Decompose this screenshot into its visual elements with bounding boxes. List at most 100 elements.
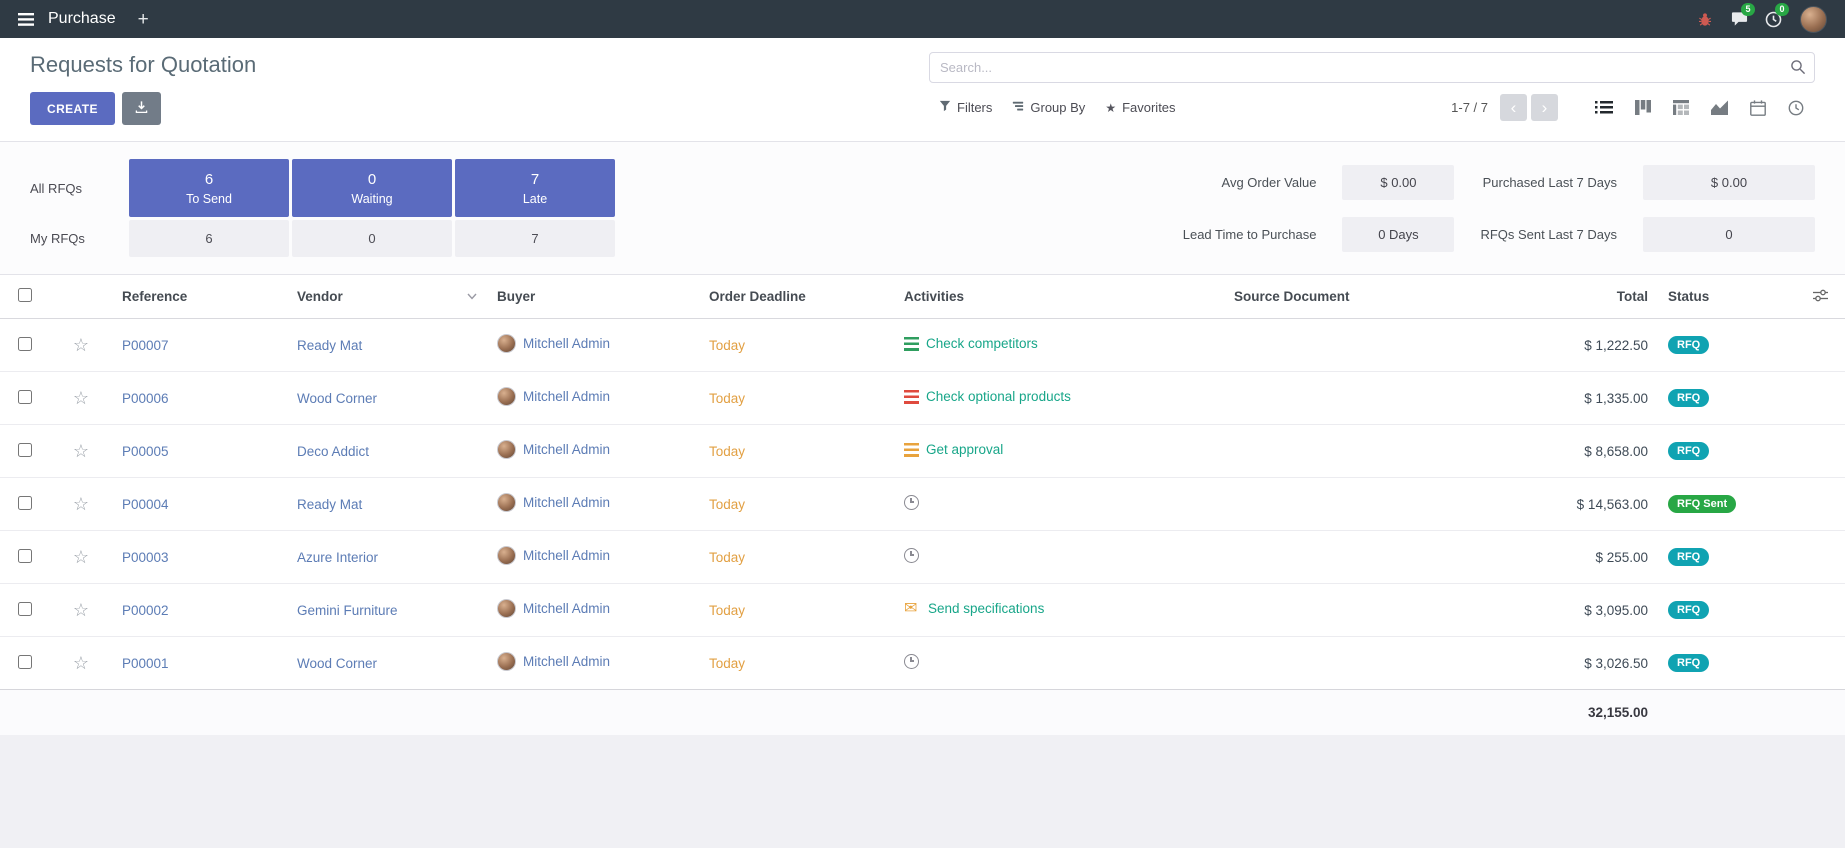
activity-icon[interactable] (904, 654, 919, 669)
list-view-icon[interactable] (1584, 95, 1624, 121)
buyer-link[interactable]: Mitchell Admin (523, 442, 610, 457)
user-avatar[interactable] (1800, 6, 1827, 33)
buyer-link[interactable]: Mitchell Admin (523, 601, 610, 616)
vendor-link[interactable]: Wood Corner (297, 656, 377, 671)
pager-next-button[interactable]: › (1531, 94, 1558, 121)
activity-view-icon[interactable] (1777, 95, 1815, 121)
activity-cell[interactable]: Send specifications (904, 601, 1044, 616)
favorite-star-icon[interactable]: ☆ (73, 653, 89, 673)
table-row[interactable]: ☆ P00003 Azure Interior Mitchell Admin T… (0, 531, 1845, 584)
search-icon[interactable] (1790, 59, 1806, 80)
buyer-link[interactable]: Mitchell Admin (523, 654, 610, 669)
favorite-star-icon[interactable]: ☆ (73, 335, 89, 355)
activity-icon[interactable] (904, 337, 919, 351)
col-header-order-deadline[interactable]: Order Deadline (699, 275, 894, 319)
table-row[interactable]: ☆ P00002 Gemini Furniture Mitchell Admin… (0, 584, 1845, 637)
buyer-link[interactable]: Mitchell Admin (523, 548, 610, 563)
favorite-star-icon[interactable]: ☆ (73, 600, 89, 620)
kpi-my-waiting[interactable]: 0 (292, 220, 452, 257)
buyer-link[interactable]: Mitchell Admin (523, 495, 610, 510)
activity-cell[interactable] (904, 495, 928, 510)
col-header-buyer[interactable]: Buyer (487, 275, 699, 319)
activity-icon[interactable] (904, 390, 919, 404)
select-all-checkbox[interactable] (18, 288, 32, 302)
plus-icon[interactable]: + (138, 10, 149, 29)
col-header-activities[interactable]: Activities (894, 275, 1224, 319)
reference-link[interactable]: P00003 (122, 550, 169, 565)
col-header-reference[interactable]: Reference (112, 275, 287, 319)
row-checkbox[interactable] (18, 337, 32, 351)
messages-icon[interactable]: 5 (1722, 0, 1756, 38)
activity-label[interactable]: Get approval (926, 442, 1003, 457)
activity-cell[interactable]: Get approval (904, 442, 1003, 457)
kpi-to-send[interactable]: 6 To Send (129, 159, 289, 217)
row-checkbox[interactable] (18, 496, 32, 510)
chevron-down-icon[interactable] (467, 293, 477, 300)
reference-link[interactable]: P00007 (122, 338, 169, 353)
app-menu-title[interactable]: Purchase (48, 10, 116, 28)
table-row[interactable]: ☆ P00007 Ready Mat Mitchell Admin Today … (0, 319, 1845, 372)
activity-cell[interactable]: Check optional products (904, 389, 1071, 404)
filters-button[interactable]: Filters (929, 94, 1002, 121)
activity-label[interactable]: Check optional products (926, 389, 1071, 404)
activity-cell[interactable] (904, 548, 928, 563)
buyer-link[interactable]: Mitchell Admin (523, 389, 610, 404)
row-checkbox[interactable] (18, 602, 32, 616)
export-button[interactable] (122, 92, 161, 125)
table-row[interactable]: ☆ P00004 Ready Mat Mitchell Admin Today … (0, 478, 1845, 531)
activity-icon[interactable] (904, 443, 919, 457)
reference-link[interactable]: P00006 (122, 391, 169, 406)
vendor-link[interactable]: Deco Addict (297, 444, 369, 459)
kpi-late[interactable]: 7 Late (455, 159, 615, 217)
table-row[interactable]: ☆ P00001 Wood Corner Mitchell Admin Toda… (0, 637, 1845, 690)
group-by-button[interactable]: Group By (1002, 94, 1095, 121)
favorite-star-icon[interactable]: ☆ (73, 388, 89, 408)
activity-icon[interactable] (904, 548, 919, 563)
favorites-button[interactable]: ★ Favorites (1095, 94, 1185, 121)
row-checkbox[interactable] (18, 549, 32, 563)
reference-link[interactable]: P00005 (122, 444, 169, 459)
kanban-view-icon[interactable] (1624, 95, 1662, 121)
graph-view-icon[interactable] (1700, 95, 1739, 121)
row-checkbox[interactable] (18, 655, 32, 669)
kpi-my-late[interactable]: 7 (455, 220, 615, 257)
vendor-link[interactable]: Wood Corner (297, 391, 377, 406)
col-header-vendor[interactable]: Vendor (287, 275, 487, 319)
activity-icon[interactable] (904, 602, 921, 616)
favorite-star-icon[interactable]: ☆ (73, 547, 89, 567)
activity-cell[interactable]: Check competitors (904, 336, 1038, 351)
row-checkbox[interactable] (18, 390, 32, 404)
activities-clock-icon[interactable]: 0 (1756, 0, 1790, 38)
favorite-star-icon[interactable]: ☆ (73, 441, 89, 461)
activity-label[interactable]: Check competitors (926, 336, 1038, 351)
optional-columns-icon[interactable] (1795, 275, 1845, 319)
search-input[interactable] (929, 52, 1815, 83)
vendor-link[interactable]: Ready Mat (297, 338, 362, 353)
col-header-total[interactable]: Total (1498, 275, 1658, 319)
apps-menu-icon[interactable] (18, 13, 34, 26)
reference-link[interactable]: P00002 (122, 603, 169, 618)
pivot-view-icon[interactable] (1662, 95, 1700, 121)
calendar-view-icon[interactable] (1739, 95, 1777, 121)
vendor-link[interactable]: Ready Mat (297, 497, 362, 512)
vendor-link[interactable]: Gemini Furniture (297, 603, 398, 618)
col-header-status[interactable]: Status (1658, 275, 1795, 319)
activity-icon[interactable] (904, 495, 919, 510)
row-checkbox[interactable] (18, 443, 32, 457)
debug-bug-icon[interactable] (1688, 0, 1722, 38)
table-footer-row: 32,155.00 (0, 690, 1845, 736)
reference-link[interactable]: P00001 (122, 656, 169, 671)
pager-previous-button[interactable]: ‹ (1500, 94, 1527, 121)
favorite-star-icon[interactable]: ☆ (73, 494, 89, 514)
table-row[interactable]: ☆ P00005 Deco Addict Mitchell Admin Toda… (0, 425, 1845, 478)
activity-label[interactable]: Send specifications (928, 601, 1044, 616)
col-header-source-document[interactable]: Source Document (1224, 275, 1498, 319)
activity-cell[interactable] (904, 654, 928, 669)
vendor-link[interactable]: Azure Interior (297, 550, 378, 565)
kpi-my-to-send[interactable]: 6 (129, 220, 289, 257)
reference-link[interactable]: P00004 (122, 497, 169, 512)
kpi-waiting[interactable]: 0 Waiting (292, 159, 452, 217)
table-row[interactable]: ☆ P00006 Wood Corner Mitchell Admin Toda… (0, 372, 1845, 425)
create-button[interactable]: CREATE (30, 92, 115, 125)
buyer-link[interactable]: Mitchell Admin (523, 336, 610, 351)
